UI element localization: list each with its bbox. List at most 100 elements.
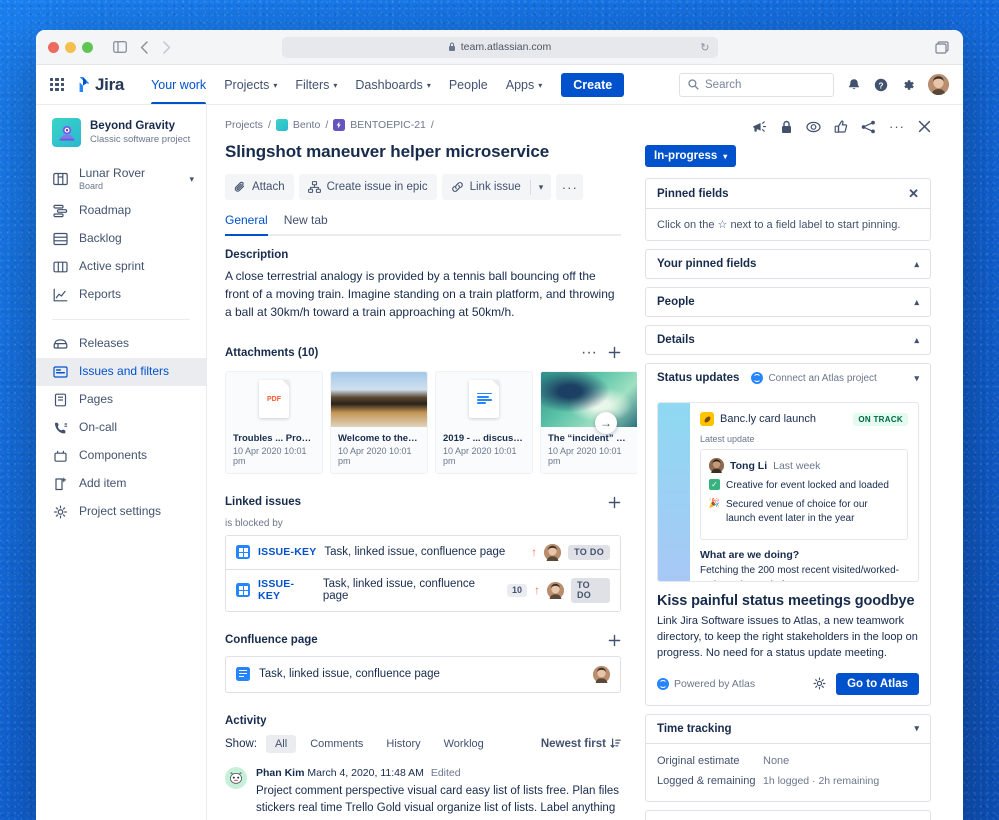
chevron-down-icon[interactable]: ▾ bbox=[189, 174, 194, 185]
sidebar-toggle-icon[interactable] bbox=[113, 41, 127, 53]
attachment-card[interactable]: The “incident” 😬.jpg 10 Apr 2020 10:01 p… bbox=[540, 370, 637, 474]
status-updates-header[interactable]: Status updates Connect an Atlas project … bbox=[646, 364, 930, 392]
nav-filters[interactable]: Filters ▾ bbox=[286, 65, 346, 104]
breadcrumb-project[interactable]: Bento bbox=[293, 119, 320, 131]
notification-bell-icon[interactable] bbox=[847, 78, 861, 92]
chevron-down-icon[interactable]: ▾ bbox=[531, 174, 552, 200]
back-chevron-icon[interactable] bbox=[140, 40, 149, 54]
more-options-icon[interactable]: ··· bbox=[889, 119, 905, 134]
sidebar-item-components[interactable]: Components bbox=[36, 442, 206, 470]
assignee-avatar[interactable] bbox=[544, 543, 562, 561]
sidebar-item-lunar-rover[interactable]: Lunar Rover Board ▾ bbox=[36, 161, 206, 197]
sidebar-item-roadmap[interactable]: Roadmap bbox=[36, 197, 206, 225]
close-icon[interactable]: ✕ bbox=[908, 187, 919, 200]
nav-projects[interactable]: Projects ▾ bbox=[215, 65, 286, 104]
attachments-carousel: PDF Troubles ... Problems.pdf 10 Apr 202… bbox=[225, 370, 637, 474]
app-switcher-icon[interactable] bbox=[50, 77, 64, 92]
sidebar-item-issues-and-filters[interactable]: Issues and filters bbox=[36, 358, 206, 387]
sidebar-item-project-settings[interactable]: Project settings bbox=[36, 498, 206, 526]
status-badge[interactable]: TO DO bbox=[568, 544, 610, 560]
chevron-down-icon[interactable]: ▾ bbox=[914, 373, 919, 384]
linked-issue-key[interactable]: ISSUE-KEY bbox=[258, 546, 316, 558]
carousel-next-icon[interactable]: → bbox=[595, 411, 617, 434]
status-dropdown-button[interactable]: In-progress ▾ bbox=[645, 145, 737, 167]
search-input[interactable]: Search bbox=[679, 72, 834, 97]
create-issue-in-epic-button[interactable]: Create issue in epic bbox=[298, 174, 437, 200]
sidebar-item-reports[interactable]: Reports bbox=[36, 281, 206, 309]
linked-issue-key[interactable]: ISSUE-KEY bbox=[258, 578, 315, 602]
connect-atlas-project-link[interactable]: Connect an Atlas project bbox=[751, 372, 877, 384]
add-confluence-page-icon[interactable] bbox=[608, 634, 621, 647]
chevron-up-icon[interactable]: ▴ bbox=[914, 259, 919, 270]
reload-icon[interactable]: ↻ bbox=[700, 41, 709, 54]
details-header[interactable]: Details ▴ bbox=[646, 326, 930, 354]
page-owner-avatar[interactable] bbox=[593, 665, 610, 683]
more-options-button[interactable]: ··· bbox=[556, 174, 584, 200]
megaphone-icon[interactable] bbox=[752, 120, 767, 134]
link-issue-button[interactable]: Link issue bbox=[442, 174, 530, 200]
chevron-up-icon[interactable]: ▴ bbox=[914, 335, 919, 346]
sidebar-item-add-item[interactable]: Add item bbox=[36, 470, 206, 498]
maximize-window-button[interactable] bbox=[82, 41, 93, 53]
sort-order-button[interactable]: Newest first bbox=[541, 738, 621, 750]
tab-new-tab[interactable]: New tab bbox=[284, 213, 328, 234]
jira-logo[interactable]: Jira bbox=[74, 75, 124, 95]
breadcrumb-issue-key[interactable]: BENTOEPIC-21 bbox=[350, 119, 426, 131]
help-circle-icon[interactable]: ? bbox=[874, 78, 888, 92]
watch-eye-icon[interactable] bbox=[806, 120, 821, 134]
attach-button[interactable]: Attach bbox=[225, 174, 294, 200]
sidebar-item-on-call[interactable]: On-call bbox=[36, 414, 206, 442]
thumbs-up-icon[interactable] bbox=[834, 119, 848, 134]
time-tracking-header[interactable]: Time tracking ▾ bbox=[646, 715, 930, 743]
pinned-fields-header[interactable]: Pinned fields ✕ bbox=[646, 179, 930, 208]
filter-comments[interactable]: Comments bbox=[301, 735, 372, 753]
chevron-up-icon[interactable]: ▴ bbox=[914, 297, 919, 308]
assignee-avatar[interactable] bbox=[546, 581, 564, 599]
confluence-page-row[interactable]: Task, linked issue, confluence page bbox=[225, 655, 621, 693]
automation-panel[interactable]: Automation Rule executions bbox=[645, 809, 931, 820]
filter-worklog[interactable]: Worklog bbox=[435, 735, 493, 753]
gear-icon[interactable] bbox=[901, 78, 915, 92]
attachment-card[interactable]: PDF Troubles ... Problems.pdf 10 Apr 202… bbox=[225, 370, 323, 474]
comment-author-avatar[interactable] bbox=[225, 766, 247, 789]
your-pinned-fields-header[interactable]: Your pinned fields ▴ bbox=[646, 250, 930, 278]
minimize-window-button[interactable] bbox=[65, 41, 76, 53]
close-icon[interactable] bbox=[918, 120, 931, 133]
add-linked-issue-icon[interactable] bbox=[608, 496, 621, 509]
tab-general[interactable]: General bbox=[225, 213, 268, 236]
nav-dashboards[interactable]: Dashboards ▾ bbox=[346, 65, 439, 104]
filter-history[interactable]: History bbox=[377, 735, 429, 753]
sidebar-item-backlog[interactable]: Backlog bbox=[36, 225, 206, 253]
lock-icon[interactable] bbox=[780, 120, 793, 134]
chevron-down-icon[interactable]: ▾ bbox=[914, 723, 919, 734]
sidebar-item-pages[interactable]: Pages bbox=[36, 386, 206, 414]
create-button[interactable]: Create bbox=[561, 72, 625, 97]
breadcrumb-projects[interactable]: Projects bbox=[225, 119, 263, 131]
sidebar-item-active-sprint[interactable]: Active sprint bbox=[36, 253, 206, 281]
sidebar-item-releases[interactable]: Releases bbox=[36, 330, 206, 358]
nav-people[interactable]: People bbox=[440, 65, 497, 104]
status-badge[interactable]: TO DO bbox=[570, 577, 611, 603]
attachment-card[interactable]: Welcome to the team.png 10 Apr 2020 10:0… bbox=[330, 370, 428, 474]
people-header[interactable]: People ▴ bbox=[646, 288, 930, 316]
attachments-more-icon[interactable]: ··· bbox=[581, 344, 597, 362]
nav-apps[interactable]: Apps ▾ bbox=[497, 65, 552, 104]
gear-icon[interactable] bbox=[813, 677, 826, 690]
share-icon[interactable] bbox=[861, 120, 876, 134]
address-bar[interactable]: team.atlassian.com ↻ bbox=[281, 36, 718, 58]
filter-all[interactable]: All bbox=[265, 734, 297, 753]
user-avatar[interactable] bbox=[928, 74, 949, 95]
close-window-button[interactable] bbox=[48, 41, 59, 53]
linked-issue-row[interactable]: ISSUE-KEY Task, linked issue, confluence… bbox=[226, 569, 620, 611]
attachment-card[interactable]: 2019 - ... discussion.docx 10 Apr 2020 1… bbox=[435, 370, 533, 474]
chevron-down-icon: ▾ bbox=[273, 80, 278, 90]
window-controls[interactable] bbox=[48, 41, 93, 53]
add-attachment-icon[interactable] bbox=[608, 346, 621, 359]
nav-your-work[interactable]: Your work bbox=[142, 65, 215, 104]
tab-overview-icon[interactable] bbox=[935, 40, 949, 54]
project-name: Beyond Gravity bbox=[90, 119, 175, 132]
forward-chevron-icon[interactable] bbox=[162, 40, 171, 54]
go-to-atlas-button[interactable]: Go to Atlas bbox=[836, 672, 919, 695]
project-header[interactable]: Beyond Gravity Classic software project bbox=[36, 118, 206, 161]
linked-issue-row[interactable]: ISSUE-KEY Task, linked issue, confluence… bbox=[226, 535, 620, 570]
